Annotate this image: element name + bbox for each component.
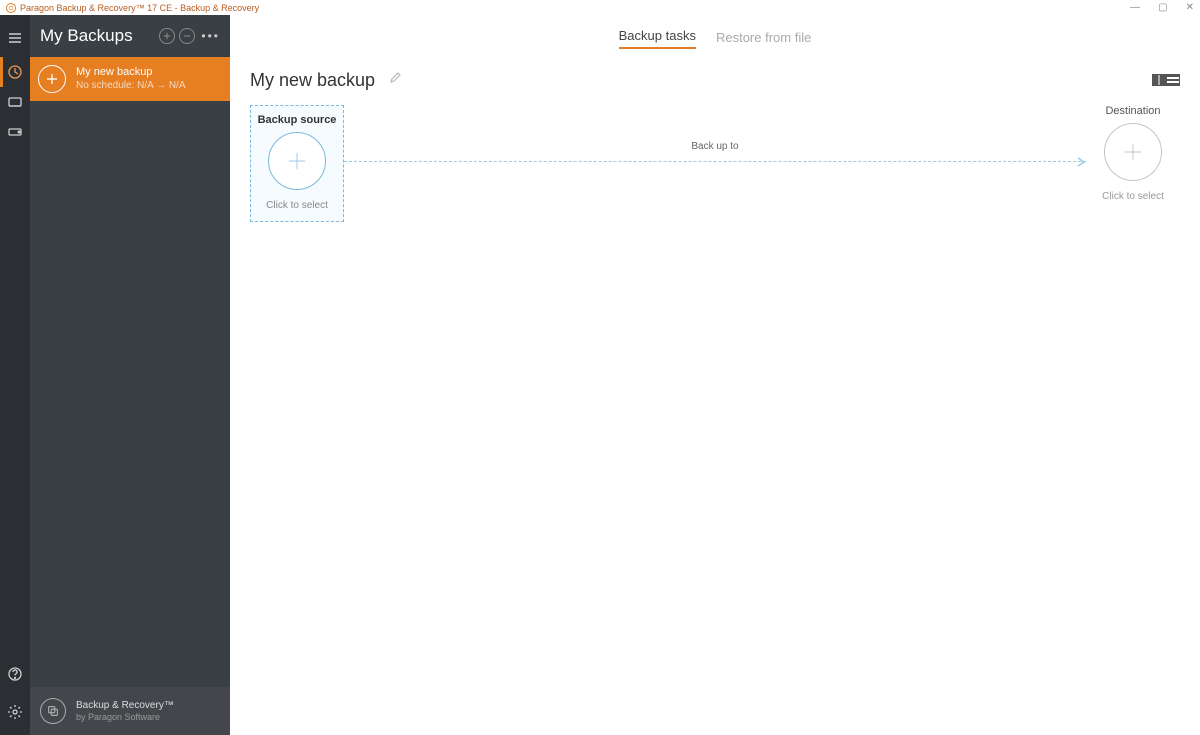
product-name: Backup & Recovery™	[76, 700, 174, 712]
source-label: Backup source	[251, 114, 343, 126]
source-hint: Click to select	[251, 200, 343, 211]
minimize-button[interactable]: —	[1130, 2, 1140, 13]
destination-hint: Click to select	[1086, 191, 1180, 202]
arrow-label: Back up to	[344, 141, 1086, 152]
source-plus-icon	[268, 132, 326, 190]
app-icon	[6, 3, 16, 13]
close-button[interactable]: ✕	[1186, 2, 1194, 13]
help-icon[interactable]	[0, 659, 30, 689]
view-switcher	[1152, 74, 1180, 86]
main-area: Backup tasks Restore from file My new ba…	[230, 15, 1200, 735]
sidebar-footer: Backup & Recovery™ by Paragon Software	[30, 687, 230, 735]
destination-label: Destination	[1086, 105, 1180, 117]
backup-list-item[interactable]: My new backup No schedule: N/A → N/A	[30, 57, 230, 101]
maximize-button[interactable]: ▢	[1158, 2, 1167, 13]
rail-backups-icon[interactable]	[0, 57, 30, 87]
add-backup-button[interactable]	[159, 28, 175, 44]
flow-arrow: Back up to	[344, 105, 1086, 205]
settings-icon[interactable]	[0, 697, 30, 727]
backup-item-schedule: No schedule: N/A → N/A	[76, 80, 186, 92]
rail-media-builder-icon[interactable]	[0, 87, 30, 117]
window-titlebar: Paragon Backup & Recovery™ 17 CE - Backu…	[0, 0, 1200, 15]
backup-item-name: My new backup	[76, 66, 186, 79]
arrow-head-icon	[1076, 155, 1088, 173]
sidebar-title: My Backups	[40, 26, 155, 46]
view-card-button[interactable]	[1152, 74, 1166, 86]
main-tabs: Backup tasks Restore from file	[230, 15, 1200, 55]
destination-card[interactable]: Destination Click to select	[1086, 105, 1180, 202]
edit-name-button[interactable]	[389, 71, 401, 89]
rail-disk-icon[interactable]	[0, 117, 30, 147]
tab-backup-tasks[interactable]: Backup tasks	[619, 28, 696, 49]
destination-plus-icon	[1104, 123, 1162, 181]
backup-title: My new backup	[250, 70, 375, 91]
sidebar-header: My Backups •••	[30, 15, 230, 57]
window-title: Paragon Backup & Recovery™ 17 CE - Backu…	[20, 3, 259, 13]
backup-source-card[interactable]: Backup source Click to select	[250, 105, 344, 222]
tab-restore-from-file[interactable]: Restore from file	[716, 30, 811, 49]
plus-icon	[38, 65, 66, 93]
view-list-button[interactable]	[1166, 74, 1180, 86]
vendor-name: by Paragon Software	[76, 712, 174, 723]
more-options-button[interactable]: •••	[201, 29, 220, 43]
sidebar: My Backups ••• My new backup No schedule…	[30, 15, 230, 735]
product-logo-icon	[40, 698, 66, 724]
icon-rail	[0, 15, 30, 735]
menu-toggle-button[interactable]	[0, 23, 30, 53]
remove-backup-button[interactable]	[179, 28, 195, 44]
